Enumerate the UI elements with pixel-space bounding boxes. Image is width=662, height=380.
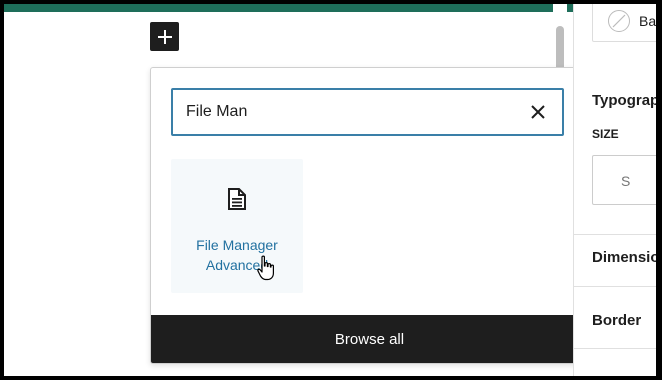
block-result-label: File Manager Advanced (196, 237, 278, 273)
no-color-icon (608, 10, 630, 32)
font-size-value: S (621, 173, 631, 189)
panel-divider (574, 234, 656, 235)
border-panel-heading[interactable]: Border (592, 312, 641, 329)
editor-window: File Manager Advanced Browse all Ba Typo… (4, 4, 656, 376)
search-field (171, 88, 564, 136)
hand-pointer-icon (257, 255, 274, 281)
document-icon (228, 188, 246, 210)
panel-divider (574, 286, 656, 287)
browse-all-button[interactable]: Browse all (151, 315, 588, 363)
background-color-option[interactable]: Ba (592, 4, 656, 42)
font-size-option-small[interactable]: S (592, 155, 656, 205)
clear-search-button[interactable] (528, 102, 548, 122)
dimensions-panel-heading[interactable]: Dimensio (592, 249, 656, 266)
panel-divider (574, 348, 656, 349)
block-inserter-popover: File Manager Advanced Browse all (150, 67, 589, 364)
settings-sidebar: Ba Typograp SIZE S Dimensio Border (573, 4, 656, 376)
typography-panel-heading[interactable]: Typograp (592, 92, 656, 109)
search-input[interactable] (186, 103, 516, 121)
font-size-label: SIZE (592, 127, 619, 141)
block-result-file-manager-advanced[interactable]: File Manager Advanced (171, 159, 303, 293)
background-label: Ba (639, 13, 656, 29)
plus-icon (157, 29, 172, 44)
add-block-button[interactable] (150, 22, 179, 51)
close-icon (531, 105, 545, 119)
